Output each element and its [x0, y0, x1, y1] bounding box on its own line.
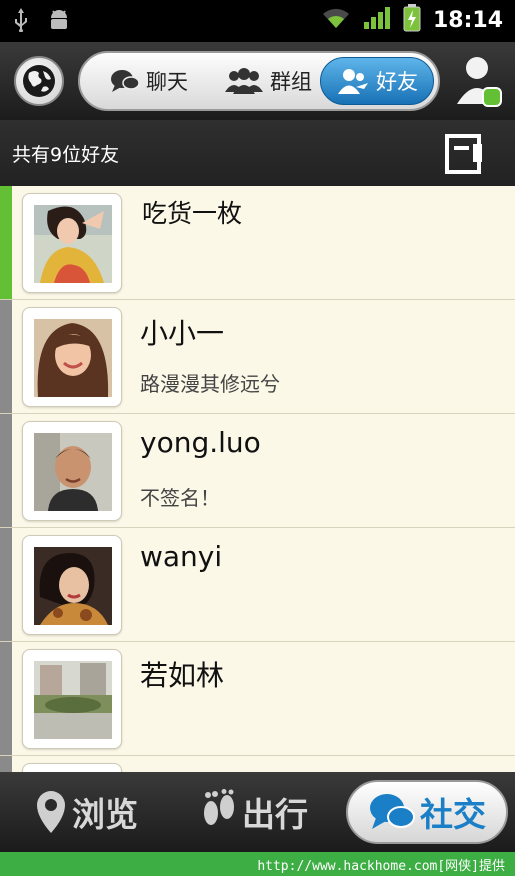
- friend-name: 吃货一枚: [142, 199, 243, 228]
- location-pin-icon: [37, 791, 65, 833]
- friend-count-bar: 共有9位好友: [0, 120, 515, 186]
- footer-credit: http://www.hackhome.com[网侠]提供: [257, 859, 505, 874]
- android-debug-icon: [48, 8, 70, 36]
- friend-list: 吃货一枚 小小一 路漫漫其修远兮 yong.luo 不签名！ wanyi 若如林: [0, 186, 515, 772]
- tab-friends-label: 好友: [376, 70, 418, 94]
- usb-icon: [14, 8, 28, 36]
- tab-chat[interactable]: 聊天: [94, 57, 204, 105]
- friend-row[interactable]: 若如林: [0, 642, 515, 756]
- friend-row[interactable]: 小小一 路漫漫其修远兮: [0, 300, 515, 414]
- friend-name: 小小一: [140, 317, 225, 350]
- friend-row[interactable]: 吃货一枚: [0, 186, 515, 300]
- globe-button[interactable]: [14, 56, 64, 106]
- chat-icon: [111, 70, 140, 92]
- tab-switcher: 聊天 群组 好友: [78, 51, 440, 111]
- friend-name: wanyi: [140, 540, 223, 573]
- top-bar: 聊天 群组 好友: [0, 42, 515, 120]
- wifi-icon: [321, 6, 351, 34]
- chat-bubbles-icon: [370, 794, 415, 829]
- nav-browse[interactable]: 浏览: [34, 780, 138, 844]
- row-indicator: [0, 300, 12, 413]
- battery-charging-icon: [403, 4, 421, 36]
- friend-row[interactable]: wanyi: [0, 528, 515, 642]
- nav-travel-label: 出行: [242, 795, 308, 834]
- tab-group-label: 群组: [270, 70, 312, 94]
- friends-icon: [338, 69, 368, 94]
- friend-signature: 路漫漫其修远兮: [140, 372, 280, 396]
- row-indicator: [0, 414, 12, 527]
- signal-icon: [363, 6, 391, 34]
- avatar: [22, 535, 122, 635]
- friend-name: yong.luo: [140, 426, 261, 459]
- avatar: [22, 763, 122, 772]
- avatar: [22, 193, 122, 293]
- user-online-icon: [457, 57, 502, 107]
- friend-signature: 不签名！: [140, 486, 220, 510]
- avatar: [22, 307, 122, 407]
- nav-social[interactable]: 社交: [346, 780, 508, 844]
- row-indicator: [0, 642, 12, 755]
- row-indicator: [0, 528, 12, 641]
- footprint-icon: [204, 789, 234, 825]
- edit-button[interactable]: [442, 132, 486, 176]
- avatar: [22, 421, 122, 521]
- bottom-nav: 浏览 出行 社交: [0, 772, 515, 852]
- note-edit-icon: [445, 134, 482, 174]
- profile-button[interactable]: [455, 54, 505, 110]
- tab-group[interactable]: 群组: [208, 57, 328, 105]
- nav-social-label: 社交: [420, 795, 486, 834]
- clock: 18:14: [432, 7, 503, 33]
- tab-chat-label: 聊天: [146, 70, 188, 94]
- nav-travel[interactable]: 出行: [200, 780, 308, 844]
- status-bar: 18:14: [0, 0, 515, 42]
- nav-browse-label: 浏览: [72, 795, 138, 834]
- friend-count-label: 共有9位好友: [12, 144, 120, 166]
- friend-row[interactable]: [0, 756, 515, 772]
- footer-strip: http://www.hackhome.com[网侠]提供: [0, 852, 515, 876]
- group-icon: [225, 68, 263, 94]
- tab-friends[interactable]: 好友: [320, 57, 434, 105]
- friend-row[interactable]: yong.luo 不签名！: [0, 414, 515, 528]
- row-indicator: [0, 756, 12, 772]
- friend-name: 若如林: [140, 659, 225, 692]
- avatar: [22, 649, 122, 749]
- row-indicator: [0, 186, 12, 299]
- globe-icon: [23, 65, 55, 97]
